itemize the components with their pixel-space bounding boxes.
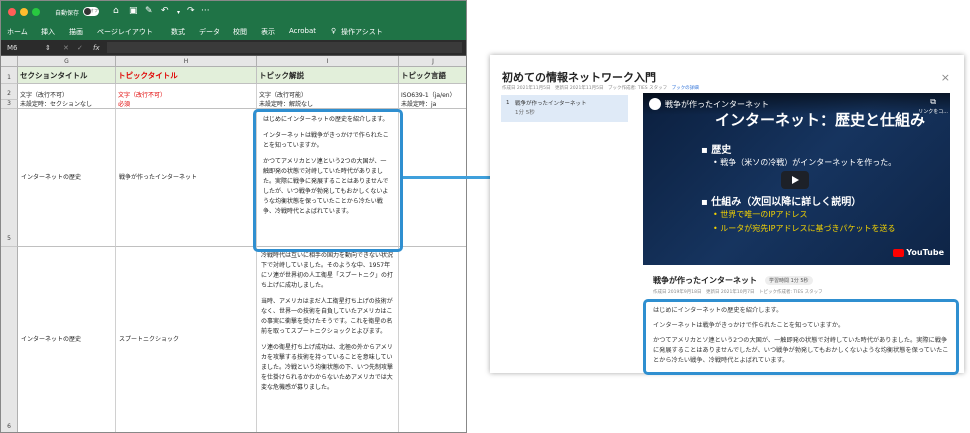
undo-icon[interactable]: ↶	[161, 6, 169, 16]
ribbon-tabs: ホーム 挿入 描画 ページレイアウト 数式 データ 校閲 表示 Acrobat …	[1, 23, 466, 40]
row-header-5[interactable]: 5	[1, 109, 18, 247]
cell-topic-row6[interactable]: スプートニクショック	[116, 247, 257, 432]
header-topic-description[interactable]: トピック解説	[257, 67, 399, 84]
select-all-corner[interactable]	[1, 56, 18, 67]
tab-data[interactable]: データ	[199, 27, 220, 37]
tab-formulas[interactable]: 数式	[171, 27, 185, 37]
row-header-3[interactable]: 3	[1, 100, 18, 109]
topic-meta: 作成日 2019年9月18日 更新日 2021年10月7日 トピック作成者: T…	[653, 290, 823, 295]
row-header-6[interactable]: 6	[1, 247, 18, 432]
study-time-badge: 学習時間 1分 5秒	[765, 276, 813, 285]
web-description-highlight	[643, 299, 959, 375]
save-icon[interactable]: ▣	[129, 6, 138, 16]
topic-list-item[interactable]: 1 戦争が作ったインターネット 1分 5秒	[501, 95, 628, 122]
redo-icon[interactable]: ↷	[187, 6, 195, 16]
slide-sub-history: • 戦争（米ソの冷戦）がインターネットを作った。	[713, 158, 897, 167]
name-box[interactable]: M6	[7, 44, 18, 52]
cell-description-row6[interactable]: 冷戦時代は互いに相手の国力を動向できない状況下で対峙していました。そのような中、…	[257, 247, 399, 432]
row-header-1[interactable]: 1	[1, 67, 18, 84]
excel-description-highlight	[253, 109, 403, 252]
lightbulb-icon: ♀	[331, 27, 337, 35]
column-header-i[interactable]: I	[257, 56, 399, 67]
book-meta: 作成日 2021年11月5日 更新日 2021年11月5日 ブック作成者: TI…	[502, 86, 699, 91]
slide-bullet-history: ▪ 歴史	[701, 145, 732, 156]
meta-cell-h[interactable]: 文字（改行不可） 必須	[116, 84, 257, 109]
cell-section-row5[interactable]: インターネットの歴史	[18, 109, 116, 247]
tab-tell-me[interactable]: 操作アシスト	[341, 27, 383, 37]
video-player[interactable]: 戦争が作ったインターネット ⧉ リンクをコ... インターネット：歴史と仕組み …	[643, 93, 950, 265]
name-box-stepper-icon[interactable]: ⇕	[45, 44, 51, 52]
tab-page-layout[interactable]: ページレイアウト	[97, 27, 153, 37]
tab-acrobat[interactable]: Acrobat	[289, 27, 316, 35]
slide-bullet-mechanism: ▪ 仕組み（次回以降に詳しく説明）	[701, 197, 862, 208]
autosave-toggle[interactable]: オフ	[83, 7, 99, 16]
close-window-icon[interactable]	[8, 8, 16, 16]
column-header-h[interactable]: H	[116, 56, 257, 67]
edit-icon[interactable]: ✎	[145, 6, 153, 16]
tab-insert[interactable]: 挿入	[41, 27, 55, 37]
column-header-g[interactable]: G	[18, 56, 116, 67]
undo-dropdown-icon[interactable]: ▾	[177, 9, 180, 16]
slide-sub-router: • ルータが宛先IPアドレスに基づきパケットを送る	[713, 224, 896, 233]
topic-title: 戦争が作ったインターネット	[653, 276, 757, 285]
tab-view[interactable]: 表示	[261, 27, 275, 37]
cell-language-row6[interactable]	[399, 247, 466, 432]
home-icon[interactable]: ⌂	[113, 6, 119, 16]
tab-review[interactable]: 校閲	[233, 27, 247, 37]
cell-section-row6[interactable]: インターネットの歴史	[18, 247, 116, 432]
header-topic-title[interactable]: トピックタイトル	[116, 67, 257, 84]
cancel-icon[interactable]: ✕	[63, 44, 69, 52]
topic-index: 1	[506, 100, 510, 106]
header-topic-language[interactable]: トピック言語	[399, 67, 466, 84]
enter-icon[interactable]: ✓	[77, 44, 83, 52]
tab-draw[interactable]: 描画	[69, 27, 83, 37]
row-header-2[interactable]: 2	[1, 84, 18, 100]
excel-titlebar: 自動保存 オフ ⌂ ▣ ✎ ↶ ▾ ↷ ···	[1, 1, 466, 23]
book-title: 初めての情報ネットワーク入門	[502, 71, 656, 84]
screenshot-root: 自動保存 オフ ⌂ ▣ ✎ ↶ ▾ ↷ ··· ホーム 挿入 描画 ページレイア…	[0, 0, 970, 433]
play-button[interactable]	[781, 171, 809, 189]
header-section-title[interactable]: セクションタイトル	[18, 67, 116, 84]
autosave-label: 自動保存	[55, 10, 80, 17]
maximize-window-icon[interactable]	[32, 8, 40, 16]
topic-list-time: 1分 5秒	[515, 110, 535, 116]
copy-icon[interactable]: ⧉	[930, 97, 936, 107]
cell-topic-row5[interactable]: 戦争が作ったインターネット	[116, 109, 257, 247]
topic-list-title: 戦争が作ったインターネット	[515, 101, 587, 107]
close-icon[interactable]: ×	[941, 71, 950, 84]
youtube-logo[interactable]: YouTube	[893, 248, 944, 257]
meta-cell-g[interactable]: 文字（改行不可） 未設定時：セクションなし	[18, 84, 116, 109]
slide-sub-ip: • 世界で唯一のIPアドレス	[713, 210, 808, 219]
meta-cell-i[interactable]: 文字（改行可能） 未設定時：解説なし	[257, 84, 399, 109]
channel-avatar[interactable]	[649, 98, 661, 110]
tab-home[interactable]: ホーム	[7, 27, 28, 37]
meta-cell-j[interactable]: ISO639-1（ja/en） 未設定時：ja	[399, 84, 466, 109]
more-icon[interactable]: ···	[201, 6, 210, 16]
slide-title: インターネット：歴史と仕組み	[715, 111, 926, 129]
formula-input[interactable]	[107, 42, 462, 53]
formula-bar: M6 ⇕ ✕ ✓ fx	[1, 40, 466, 56]
function-icon[interactable]: fx	[93, 44, 100, 52]
column-header-j[interactable]: J	[399, 56, 466, 67]
minimize-window-icon[interactable]	[20, 8, 28, 16]
book-details-link[interactable]: ブックの詳細	[672, 86, 699, 91]
